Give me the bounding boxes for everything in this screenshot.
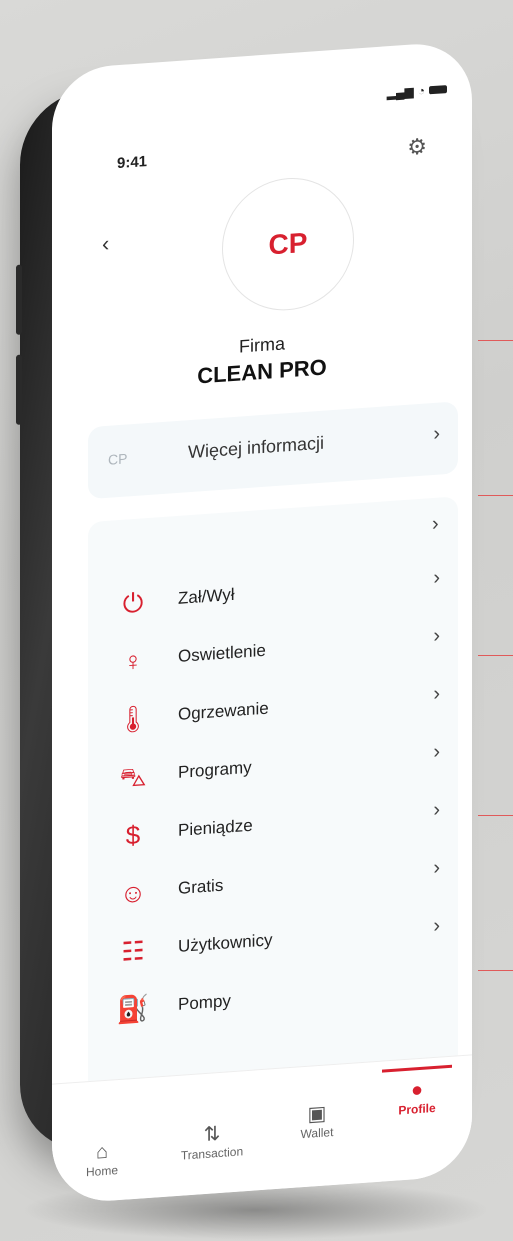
chevron-right-icon: › [433, 566, 440, 590]
more-info-row[interactable]: CP Więcej informacji › [88, 401, 458, 500]
tab-label: Transaction [180, 1144, 244, 1163]
pump-icon: ⛽ [116, 992, 150, 1026]
avatar: CP [222, 173, 354, 315]
menu-item-label: Ogrzewanie [178, 698, 269, 724]
gear-icon[interactable]: ⚙ [407, 133, 427, 160]
tab-profile[interactable]: ● Profile [387, 1077, 447, 1118]
menu-item-label: Pieniądze [178, 815, 253, 840]
wifi-icon: ◔ [417, 83, 425, 99]
arrows-updown-icon: ⇅ [203, 1122, 221, 1147]
menu-item-label: Pompy [178, 991, 231, 1014]
menu-item-label: Zał/Wył [178, 584, 235, 608]
car-icon: ⛍ [119, 761, 147, 793]
dollar-icon: $ [125, 819, 141, 851]
guide-line [478, 815, 513, 816]
tab-label: Home [85, 1163, 118, 1180]
menu-item-label: Oswietlenie [178, 640, 266, 666]
contacts-icon: ☷ [121, 935, 145, 967]
chevron-right-icon: › [433, 856, 440, 880]
guide-line [478, 970, 513, 971]
guide-line [478, 495, 513, 496]
chevron-right-icon: › [433, 914, 440, 938]
menu-item-label: Użytkownicy [178, 930, 273, 956]
user-icon: ● [410, 1078, 424, 1102]
status-time: 9:41 [117, 153, 148, 173]
tab-label: Wallet [300, 1125, 334, 1142]
chevron-right-icon: › [433, 740, 440, 764]
back-chevron-icon[interactable]: ‹ [102, 231, 109, 258]
tab-home[interactable]: ⌂ Home [72, 1139, 132, 1180]
chevron-right-icon: › [433, 422, 440, 446]
wallet-icon: ▣ [307, 1102, 327, 1126]
chevron-right-icon[interactable]: › [432, 513, 439, 536]
phone-screen: 9:41 ▂▄▆ ◔ ⚙ ‹ CP Firma CLEAN PRO CP Wię… [52, 40, 472, 1205]
lightbulb-icon: ♀ [123, 645, 143, 677]
tab-label: Profile [398, 1100, 436, 1118]
status-icons: ▂▄▆ ◔ [387, 82, 447, 100]
smile-icon: ☺ [119, 877, 147, 909]
volume-down-button [16, 354, 22, 425]
menu-item-label: Gratis [178, 875, 224, 898]
chevron-right-icon: › [433, 798, 440, 822]
more-info-label: Więcej informacji [188, 432, 325, 463]
more-info-badge: CP [108, 450, 128, 468]
tab-transaction[interactable]: ⇅ Transaction [162, 1118, 262, 1164]
battery-icon [429, 85, 447, 95]
signal-icon: ▂▄▆ [386, 84, 414, 101]
menu-item-label: Programy [178, 757, 252, 782]
thermometer-icon: 🌡 [116, 702, 150, 736]
tab-active-indicator [382, 1064, 452, 1073]
power-icon: ⏻ [122, 587, 144, 619]
chevron-right-icon: › [433, 682, 440, 706]
home-icon: ⌂ [95, 1140, 109, 1164]
volume-up-button [16, 264, 22, 335]
guide-line [478, 340, 513, 341]
guide-line [478, 655, 513, 656]
scene: 9:41 ▂▄▆ ◔ ⚙ ‹ CP Firma CLEAN PRO CP Wię… [0, 0, 513, 1241]
tab-wallet[interactable]: ▣ Wallet [287, 1099, 347, 1142]
chevron-right-icon: › [433, 624, 440, 648]
